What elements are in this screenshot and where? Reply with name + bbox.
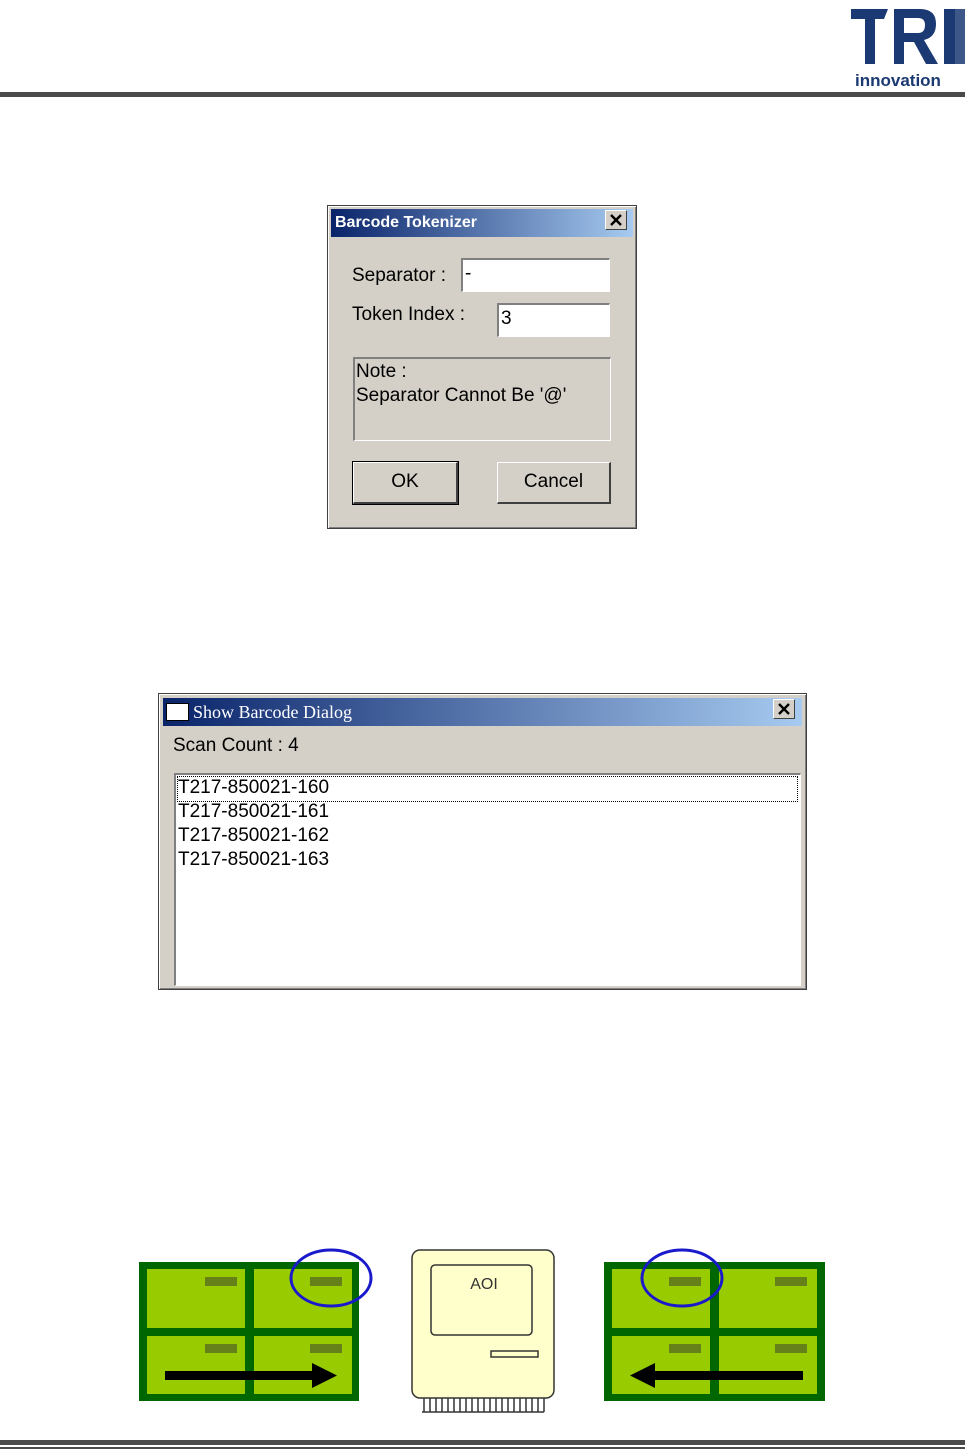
close-button[interactable] xyxy=(773,699,795,719)
list-item[interactable]: T217-850021-160 xyxy=(177,776,798,802)
close-icon xyxy=(778,703,790,715)
list-item[interactable]: T217-850021-162 xyxy=(178,825,329,849)
dialog-titlebar: Barcode Tokenizer xyxy=(331,209,633,237)
ok-button[interactable]: OK xyxy=(352,461,459,505)
aoi-panel-diagram: AOI xyxy=(139,1248,825,1413)
close-icon xyxy=(610,214,622,226)
logo-text: innovation xyxy=(855,71,941,90)
cancel-button[interactable]: Cancel xyxy=(497,462,611,504)
dialog-title: Show Barcode Dialog xyxy=(193,702,352,722)
close-button[interactable] xyxy=(605,210,627,230)
footer-rule xyxy=(0,1440,965,1445)
scan-count: Scan Count : 4 xyxy=(173,735,299,756)
list-item[interactable]: T217-850021-161 xyxy=(178,801,329,825)
token-index-input[interactable]: 3 xyxy=(497,303,610,337)
footer-rule-thin xyxy=(0,1447,965,1449)
dialog-title: Barcode Tokenizer xyxy=(335,214,477,231)
separator-input[interactable]: - xyxy=(461,258,610,292)
tri-logo-mark xyxy=(851,9,965,64)
show-barcode-dialog: Show Barcode Dialog Scan Count : 4 T217-… xyxy=(158,693,807,990)
right-panel-board xyxy=(604,1262,825,1401)
aoi-machine-icon xyxy=(411,1249,555,1413)
token-index-label: Token Index : xyxy=(352,304,466,325)
barcode-listbox[interactable]: T217-850021-160 T217-850021-161 T217-850… xyxy=(174,773,801,986)
note-text: Separator Cannot Be '@' xyxy=(356,385,567,406)
header-rule xyxy=(0,92,965,97)
window-icon xyxy=(166,703,189,721)
note-box: Note : Separator Cannot Be '@' xyxy=(353,357,611,441)
aoi-label: AOI xyxy=(470,1276,498,1293)
list-item[interactable]: T217-850021-163 xyxy=(178,849,329,873)
barcode-tokenizer-dialog: Barcode Tokenizer Separator : - Token In… xyxy=(327,205,637,529)
dialog-titlebar: Show Barcode Dialog xyxy=(163,698,802,726)
tri-innovation-logo: innovation xyxy=(848,4,965,90)
note-heading: Note : xyxy=(356,361,407,382)
separator-label: Separator : xyxy=(352,265,446,286)
